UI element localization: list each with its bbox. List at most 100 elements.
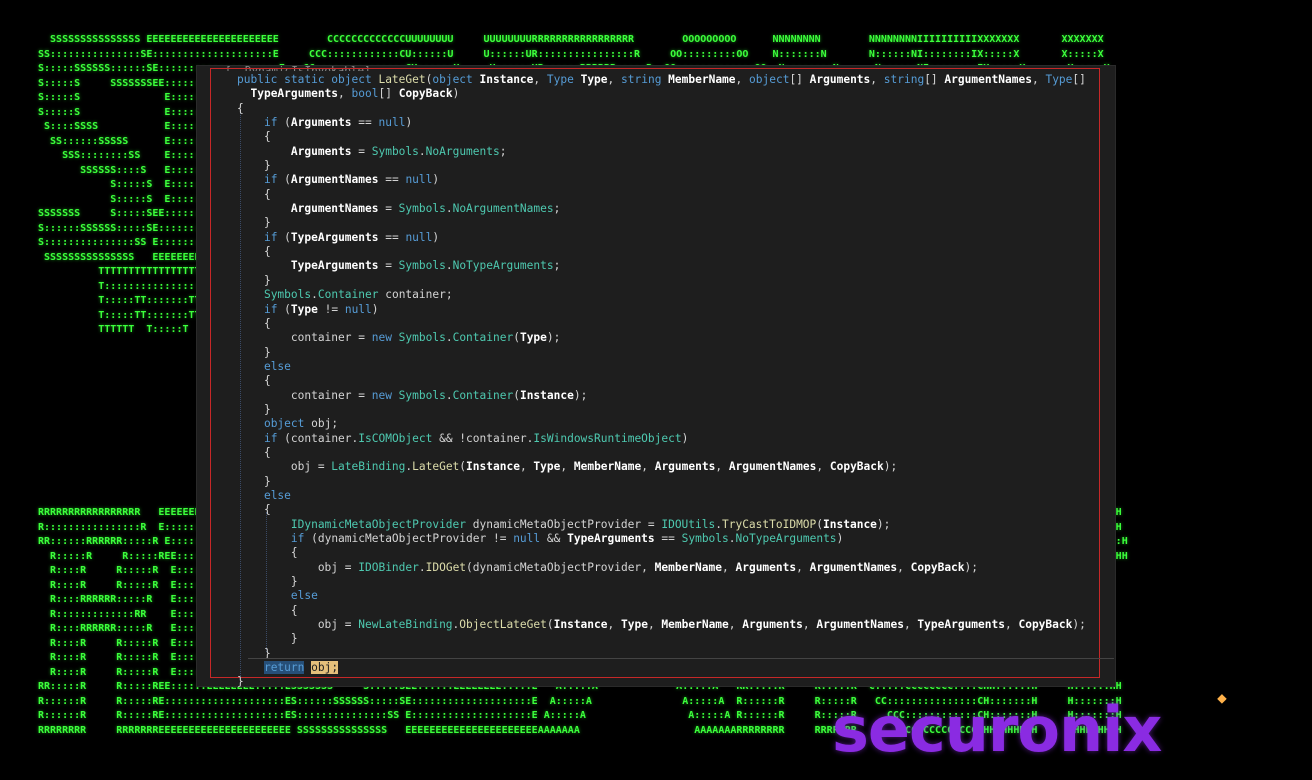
code-line: { — [237, 604, 1086, 618]
code-token: ( — [513, 331, 520, 345]
code-token: LateBinding — [331, 460, 406, 474]
code-token: } — [237, 632, 298, 646]
code-token: Type — [519, 331, 547, 345]
code-token: ObjectLateGet — [459, 618, 547, 632]
code-token: null — [344, 302, 372, 316]
code-token: , — [533, 73, 547, 86]
code-token: CopyBack — [398, 87, 453, 101]
code-token: { — [237, 503, 271, 517]
code-token: container = — [237, 331, 372, 345]
code-line: } — [237, 346, 1086, 360]
code-token: null — [405, 173, 433, 187]
code-line: } — [237, 675, 1086, 689]
code-line: if (container.IsCOMObject && !container.… — [237, 432, 1086, 446]
code-token: . — [445, 259, 453, 273]
code-token: } — [237, 345, 271, 359]
code-token: ); — [546, 331, 561, 345]
code-token: MemberName — [661, 618, 729, 632]
code-token: obj = — [237, 560, 359, 574]
code-token: { — [237, 316, 271, 330]
code-token: TypeArguments — [567, 532, 655, 545]
code-token: , — [870, 73, 884, 86]
code-token: } — [237, 575, 298, 589]
code-token: Symbols — [398, 202, 446, 216]
code-token: , — [816, 460, 830, 474]
code-line: { — [237, 374, 1086, 388]
code-token: . — [311, 288, 318, 302]
code-token: Instance — [823, 517, 877, 531]
code-token: container; — [378, 288, 453, 302]
code-line-partial-attribute: [__DynamicIsInvokable] — [225, 66, 405, 71]
code-token: . — [418, 560, 426, 574]
code-token: , — [1031, 73, 1046, 86]
code-token: ); — [1072, 618, 1086, 632]
code-token: Type — [580, 73, 608, 86]
code-token: CopyBack — [1018, 618, 1073, 632]
code-line: object obj; — [237, 417, 1086, 431]
code-token: Type — [290, 302, 318, 316]
code-token: NoArgumentNames — [452, 202, 554, 216]
code-line: obj = NewLateBinding.ObjectLateGet(Insta… — [237, 618, 1086, 632]
code-token: ); — [876, 517, 891, 531]
code-token: Instance — [466, 460, 520, 474]
code-token: ) — [432, 230, 440, 244]
code-line: } — [237, 403, 1086, 417]
code-token: [] — [789, 73, 810, 86]
code-line: if (TypeArguments == null) — [237, 231, 1086, 245]
code-token: Type — [533, 460, 561, 474]
code-token: Type — [620, 618, 648, 632]
code-line: ArgumentNames = Symbols.NoArgumentNames; — [237, 202, 1086, 216]
code-token: MemberName — [573, 460, 642, 474]
code-token: null — [513, 532, 541, 545]
code-token: object — [263, 417, 312, 431]
code-line: container = new Symbols.Container(Type); — [237, 331, 1086, 345]
code-token: else — [263, 488, 291, 502]
securonix-logo: securonix — [832, 693, 1162, 766]
code-token: ArgumentNames — [816, 618, 904, 632]
code-token: ; — [499, 144, 507, 158]
code-token: . — [728, 532, 736, 545]
code-token: , — [519, 460, 534, 474]
code-token: [] — [924, 73, 945, 86]
code-token: , — [796, 560, 810, 574]
code-line: Arguments = Symbols.NoArguments; — [237, 145, 1086, 159]
code-token: ( — [284, 173, 291, 187]
code-token: [] — [378, 87, 399, 101]
code-token: Type — [546, 73, 581, 86]
code-token: object — [749, 73, 790, 86]
code-token: CopyBack — [829, 460, 884, 474]
code-line: { — [237, 503, 1086, 517]
code-token: , — [560, 460, 574, 474]
ascii-line: SS:::::::::::::::SE::::::::::::::::::::E… — [38, 48, 1104, 60]
code-line: { — [237, 317, 1086, 331]
code-token: != — [317, 302, 345, 316]
code-line: container = new Symbols.Container(Instan… — [237, 389, 1086, 403]
code-token: = — [378, 202, 399, 216]
code-token: , — [607, 618, 621, 632]
code-token: public static object — [237, 73, 379, 86]
code-line: obj = LateBinding.LateGet(Instance, Type… — [237, 460, 1086, 474]
code-token: Arguments — [290, 144, 352, 158]
code-token: ArgumentNames — [944, 73, 1032, 86]
code-token: ( — [284, 116, 291, 130]
code-token: dynamicMetaObjectProvider = — [466, 517, 662, 531]
code-line: { — [237, 245, 1086, 259]
code-line: { — [237, 188, 1086, 202]
code-line: } — [237, 159, 1086, 173]
code-token: { — [237, 101, 244, 115]
code-token: if — [290, 532, 312, 545]
code-token: object — [432, 73, 480, 86]
code-token: . — [445, 388, 453, 402]
code-token: ); — [964, 560, 979, 574]
code-token: Instance — [519, 388, 574, 402]
code-token: obj; — [311, 417, 339, 431]
code-token: { — [237, 130, 271, 144]
code-token: , — [722, 560, 736, 574]
